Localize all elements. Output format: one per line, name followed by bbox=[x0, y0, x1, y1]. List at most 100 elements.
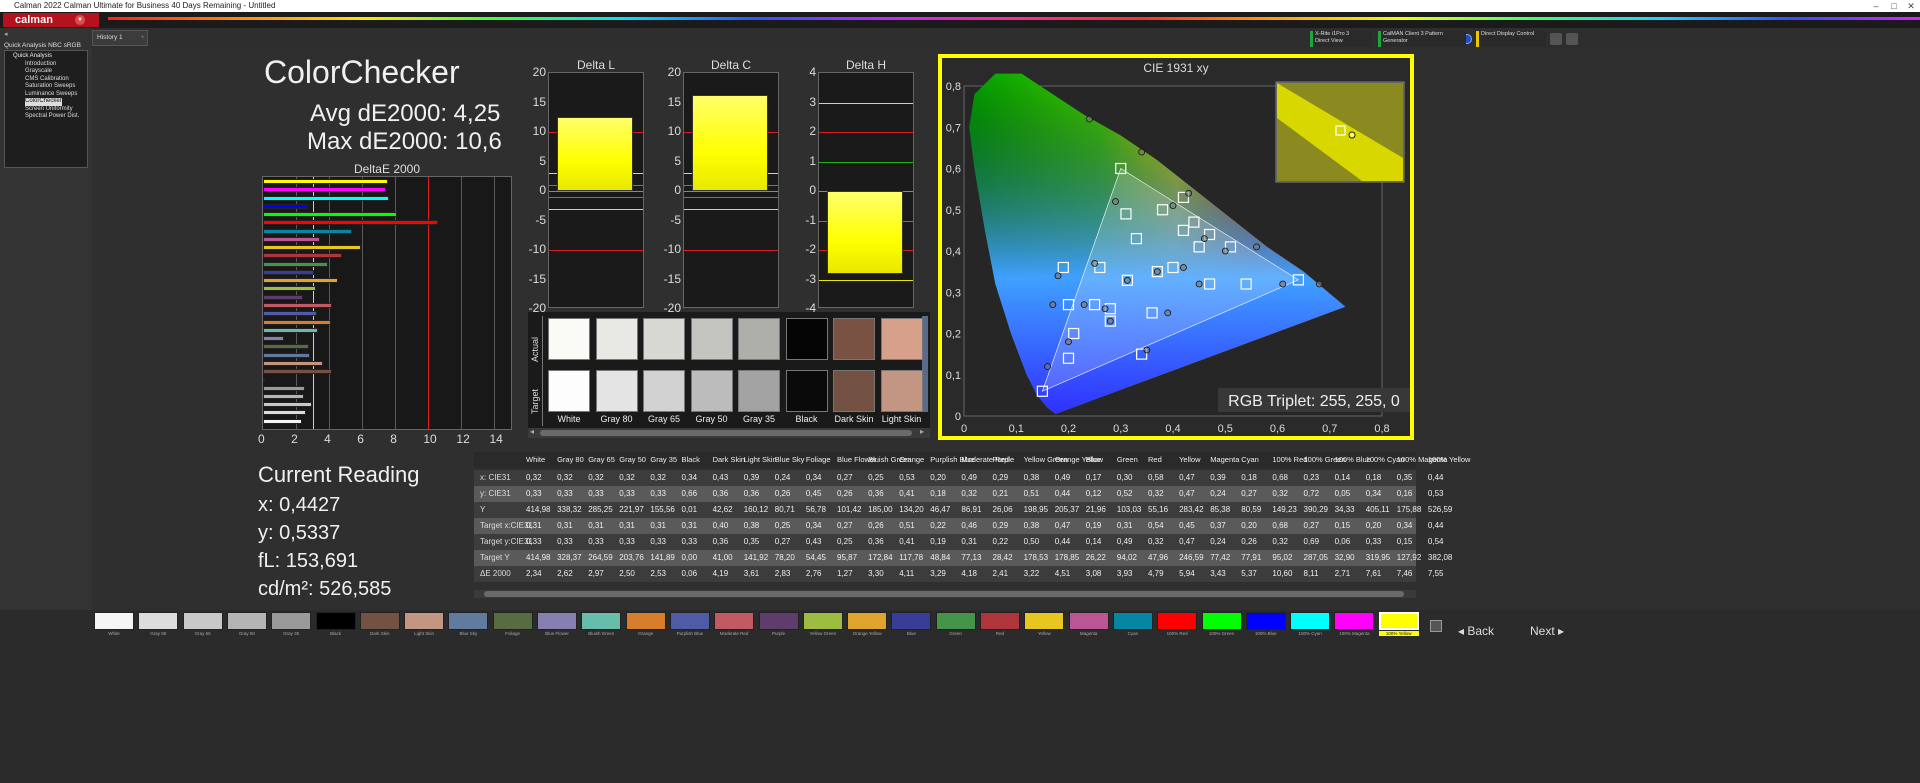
patch-button[interactable] bbox=[138, 612, 179, 630]
table-cell: 0,43 bbox=[805, 537, 822, 546]
table-column-header[interactable]: Blue bbox=[1086, 452, 1101, 468]
patch-button[interactable] bbox=[581, 612, 622, 630]
logo-menu-icon[interactable]: ▾ bbox=[75, 15, 85, 25]
close-icon[interactable]: ✕ bbox=[1903, 0, 1919, 12]
patch-button[interactable] bbox=[404, 612, 445, 630]
table-column-header[interactable]: Magenta bbox=[1210, 452, 1239, 468]
table-row-label: Y bbox=[480, 505, 486, 514]
sidebar-item-1[interactable]: Grayscale bbox=[7, 68, 85, 76]
settings-icon[interactable] bbox=[1550, 33, 1562, 45]
patch-button[interactable] bbox=[891, 612, 932, 630]
cie-actual-point bbox=[1101, 305, 1109, 313]
table-column-header[interactable]: Purple bbox=[993, 452, 1015, 468]
patch-button[interactable] bbox=[758, 612, 799, 630]
patch-button[interactable] bbox=[1378, 612, 1419, 630]
patch-button[interactable] bbox=[625, 612, 666, 630]
tab-history[interactable]: History 1 + bbox=[92, 30, 148, 46]
de-bar bbox=[263, 319, 331, 325]
table-column-header[interactable]: Gray 80 bbox=[557, 452, 584, 468]
scroll-left-icon[interactable]: ◂ bbox=[530, 427, 534, 436]
table-cell: 319,95 bbox=[1365, 553, 1391, 562]
patch-button[interactable] bbox=[1024, 612, 1065, 630]
next-button[interactable]: Next ▸ bbox=[1530, 624, 1564, 638]
table-cell: 0,33 bbox=[557, 489, 573, 498]
patch-button[interactable] bbox=[980, 612, 1020, 630]
add-tab-icon[interactable]: + bbox=[141, 31, 145, 45]
table-column-header[interactable]: Gray 65 bbox=[588, 452, 615, 468]
table-scroll-thumb[interactable] bbox=[484, 591, 1404, 597]
sidebar-item-3[interactable]: Saturation Sweeps bbox=[7, 83, 85, 91]
workflow-group[interactable]: Quick Analysis bbox=[7, 53, 85, 61]
delta-bar bbox=[557, 117, 633, 191]
table-column-header[interactable]: Red bbox=[1148, 452, 1162, 468]
minimize-icon[interactable]: – bbox=[1868, 0, 1884, 12]
back-button[interactable]: ◂ Back bbox=[1458, 624, 1494, 638]
sidebar-item-2[interactable]: CMS Calibration bbox=[7, 76, 85, 84]
patch-button[interactable] bbox=[315, 612, 356, 630]
table-cell: 0,72 bbox=[1303, 489, 1320, 498]
sidebar-item-4[interactable]: Luminance Sweeps bbox=[7, 91, 85, 99]
delta-ytick: -10 bbox=[528, 242, 546, 256]
cie-ytick: 0,8 bbox=[946, 81, 961, 93]
patch-button[interactable] bbox=[1201, 612, 1242, 630]
delta-ytick: -10 bbox=[663, 242, 681, 256]
swatch-scrollbar[interactable]: ◂ ▸ bbox=[528, 427, 930, 438]
table-scrollbar[interactable] bbox=[474, 590, 1416, 598]
patch-button[interactable] bbox=[359, 612, 400, 630]
patch-button[interactable] bbox=[1112, 612, 1153, 630]
stop-button[interactable] bbox=[1430, 620, 1442, 632]
patch-button[interactable] bbox=[182, 612, 223, 630]
table-column-header[interactable]: Gray 50 bbox=[619, 452, 646, 468]
table-cell: 80,59 bbox=[1241, 505, 1262, 514]
table-column-header[interactable]: Gray 35 bbox=[650, 452, 677, 468]
patch-button[interactable] bbox=[492, 612, 533, 630]
table-column-header[interactable]: Dark Skin bbox=[713, 452, 746, 468]
meter-selector[interactable]: X-Rite i1Pro 3 Direct View bbox=[1310, 31, 1372, 47]
maximize-icon[interactable]: □ bbox=[1886, 0, 1902, 12]
table-column-header[interactable]: 100% Red bbox=[1272, 452, 1307, 468]
more-icon[interactable] bbox=[1566, 33, 1578, 45]
table-column-header[interactable]: Green bbox=[1117, 452, 1138, 468]
table-column-header[interactable]: Blue Sky bbox=[775, 452, 805, 468]
scroll-right-icon[interactable]: ▸ bbox=[920, 427, 924, 436]
patch-button[interactable] bbox=[935, 612, 976, 630]
delta-ytick: 5 bbox=[674, 153, 681, 168]
patch-button[interactable] bbox=[1290, 612, 1331, 630]
source-selector[interactable]: CalMAN Client 3 Pattern Generator bbox=[1378, 31, 1466, 47]
data-table: White Gray 80 Gray 65 Gray 50 Gray 35 Black Da… bbox=[474, 452, 1470, 598]
patch-button[interactable] bbox=[271, 612, 312, 630]
display-selector[interactable]: Direct Display Control bbox=[1476, 31, 1546, 47]
table-cell: 77,13 bbox=[961, 553, 982, 562]
patch-button[interactable] bbox=[1068, 612, 1109, 630]
sidebar-item-0[interactable]: Introduction bbox=[7, 61, 85, 69]
sidebar-item-7[interactable]: Spectral Power Dist. bbox=[7, 113, 85, 121]
table-cell: 117,78 bbox=[899, 553, 924, 562]
patch-button[interactable] bbox=[1245, 612, 1286, 630]
patch-button[interactable] bbox=[448, 612, 489, 630]
patch-button[interactable] bbox=[94, 612, 134, 630]
table-column-header[interactable]: 100% Yellow bbox=[1428, 452, 1471, 468]
table-column-header[interactable]: Cyan bbox=[1241, 452, 1259, 468]
patch-button[interactable] bbox=[802, 612, 843, 630]
sidebar-item-6[interactable]: Screen Uniformity bbox=[7, 106, 85, 114]
patch-button[interactable] bbox=[669, 612, 710, 630]
table-column-header[interactable]: Yellow bbox=[1179, 452, 1200, 468]
patch-button[interactable] bbox=[714, 612, 755, 630]
table-column-header[interactable]: Light Skin bbox=[744, 452, 777, 468]
table-column-header[interactable]: White bbox=[526, 452, 545, 468]
patch-button[interactable] bbox=[1157, 612, 1198, 630]
scroll-thumb[interactable] bbox=[540, 430, 912, 436]
table-column-header[interactable]: Orange bbox=[899, 452, 924, 468]
patch-button[interactable] bbox=[1334, 612, 1375, 630]
table-column-header[interactable]: Black bbox=[682, 452, 700, 468]
patch-button[interactable] bbox=[847, 612, 888, 630]
table-column-header[interactable]: Foliage bbox=[806, 452, 831, 468]
de-xtick: 12 bbox=[456, 432, 470, 446]
panel-arrow-icon[interactable]: ◂ bbox=[4, 30, 8, 38]
patch-button[interactable] bbox=[226, 612, 267, 630]
sidebar-item-5[interactable]: ColorChecker bbox=[25, 98, 62, 106]
patch-button[interactable] bbox=[537, 612, 577, 630]
table-cell: 3,93 bbox=[1116, 569, 1133, 578]
cie-ytick: 0,6 bbox=[946, 164, 961, 176]
calman-logo[interactable]: calman ▾ bbox=[3, 13, 99, 27]
